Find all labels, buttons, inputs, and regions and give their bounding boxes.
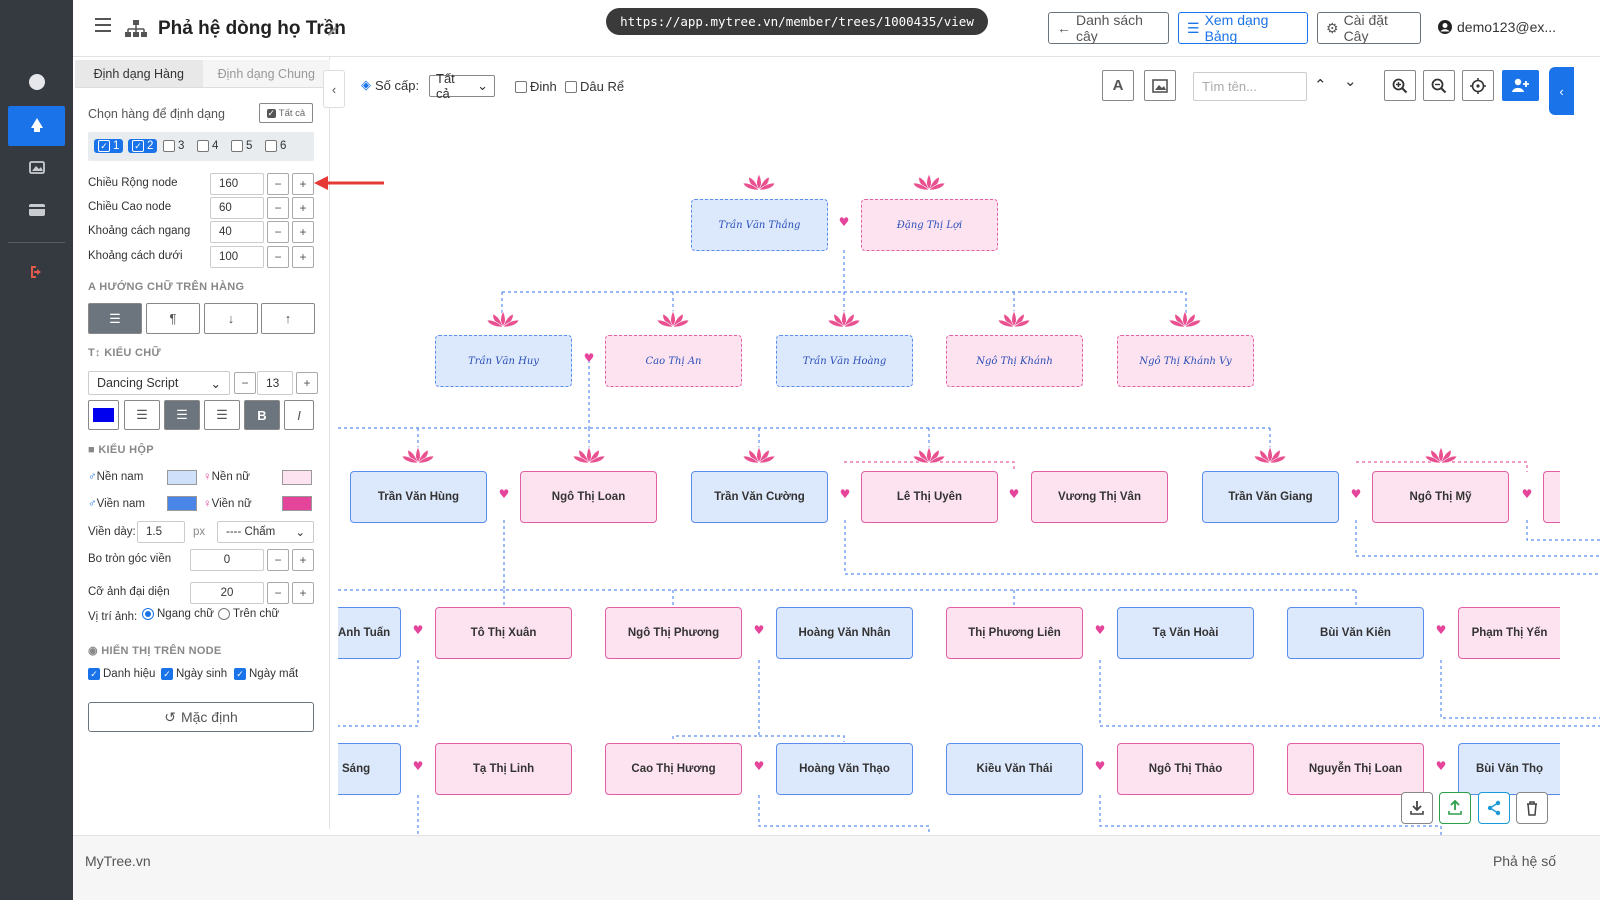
lotus-icon <box>997 310 1031 328</box>
lotus-icon <box>912 173 946 191</box>
heart-icon: ♥ <box>1095 759 1106 773</box>
tree-decorations: ♥ ♥ ♥ ♥ ♥ ♥ ♥ ♥ ♥ ♥ ♥ ♥ ♥ ♥ ♥ <box>401 173 1533 773</box>
heart-icon: ♥ <box>1009 487 1020 501</box>
heart-icon: ♥ <box>1436 623 1447 637</box>
lotus-icon <box>656 310 690 328</box>
lotus-icon <box>827 310 861 328</box>
heart-icon: ♥ <box>754 759 765 773</box>
lotus-icon <box>1168 310 1202 328</box>
footer-brand: MyTree.vn <box>85 853 151 869</box>
upload-icon <box>1448 800 1462 815</box>
lotus-icon <box>742 446 776 464</box>
heart-icon: ♥ <box>839 215 850 229</box>
heart-icon: ♥ <box>1436 759 1447 773</box>
download-button[interactable] <box>1401 792 1433 824</box>
share-icon <box>1487 800 1501 816</box>
footer-caption: Phả hệ số <box>1492 853 1556 869</box>
lotus-icon <box>1253 446 1287 464</box>
heart-icon: ♥ <box>1351 487 1362 501</box>
heart-icon: ♥ <box>840 487 851 501</box>
delete-button[interactable] <box>1516 792 1548 824</box>
heart-icon: ♥ <box>1522 487 1533 501</box>
heart-icon: ♥ <box>754 623 765 637</box>
footer: MyTree.vn Phả hệ số <box>73 835 1600 900</box>
upload-button[interactable] <box>1439 792 1471 824</box>
lotus-icon <box>742 173 776 191</box>
lotus-icon <box>401 446 435 464</box>
lotus-icon <box>912 446 946 464</box>
heart-icon: ♥ <box>413 759 424 773</box>
heart-icon: ♥ <box>413 623 424 637</box>
download-icon <box>1410 801 1424 815</box>
lotus-icon <box>1424 446 1458 464</box>
heart-icon: ♥ <box>499 487 510 501</box>
lotus-icon <box>572 446 606 464</box>
heart-icon: ♥ <box>584 351 595 365</box>
share-button[interactable] <box>1478 792 1510 824</box>
trash-icon <box>1527 801 1537 816</box>
lotus-icon <box>486 310 520 328</box>
heart-icon: ♥ <box>1095 623 1106 637</box>
